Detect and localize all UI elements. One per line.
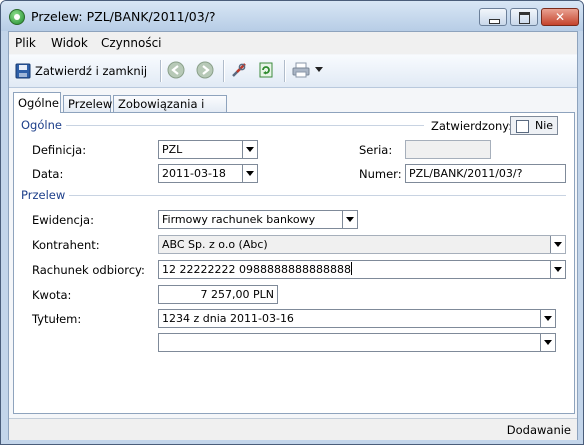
refresh-button[interactable] xyxy=(257,61,277,81)
title-bar[interactable]: Przelew: PZL/BANK/2011/03/? ✕ xyxy=(1,1,583,31)
series-field xyxy=(405,140,491,159)
date-value: 2011-03-18 xyxy=(162,167,226,180)
menu-bar: Plik Widok Czynności xyxy=(9,32,577,54)
minimize-button[interactable] xyxy=(479,8,507,26)
close-icon: ✕ xyxy=(554,10,566,24)
close-button[interactable]: ✕ xyxy=(541,8,579,26)
register-label: Ewidencja: xyxy=(32,213,94,227)
chevron-down-icon[interactable] xyxy=(550,261,565,278)
print-button[interactable] xyxy=(291,61,327,81)
definition-value: PZL xyxy=(162,143,183,156)
section-title-transfer: Przelew xyxy=(21,188,66,202)
amount-value: 7 257,00 PLN xyxy=(200,288,274,301)
chevron-down-icon[interactable] xyxy=(540,310,555,327)
register-select[interactable]: Firmowy rachunek bankowy xyxy=(158,210,358,229)
chevron-down-icon[interactable] xyxy=(540,334,555,351)
toolbar-separator xyxy=(160,60,162,82)
refresh-icon xyxy=(259,62,273,78)
title-input-1[interactable]: 1234 z dnia 2011-03-16 xyxy=(158,309,556,328)
print-icon xyxy=(292,62,310,78)
toolbar-separator xyxy=(223,60,225,82)
approved-label: Zatwierdzony: xyxy=(431,119,513,133)
title-label: Tytułem: xyxy=(32,312,82,326)
register-value: Firmowy rachunek bankowy xyxy=(162,213,316,226)
toolbar: Zatwierdź i zamknij xyxy=(9,55,577,88)
chevron-down-icon[interactable] xyxy=(342,211,357,228)
section-divider xyxy=(66,125,424,126)
application-window: Przelew: PZL/BANK/2011/03/? ✕ Plik Widok… xyxy=(0,0,584,445)
status-mode: Dodawanie xyxy=(506,423,571,437)
window-content: Plik Widok Czynności Zatwierdź i zamknij xyxy=(8,31,578,440)
forward-icon xyxy=(196,61,214,79)
chevron-down-icon[interactable] xyxy=(242,141,257,158)
status-bar: Dodawanie xyxy=(9,418,577,440)
account-label: Rachunek odbiorcy: xyxy=(32,263,145,277)
chevron-down-icon[interactable] xyxy=(550,236,565,253)
tab-ogolne[interactable]: Ogólne xyxy=(13,92,61,113)
section-divider xyxy=(69,195,566,196)
chevron-down-icon[interactable] xyxy=(242,165,257,182)
account-input[interactable]: 12 22222222 0988888888888888 xyxy=(158,260,566,279)
section-title-general: Ogólne xyxy=(21,118,62,132)
back-icon xyxy=(167,61,185,79)
date-label: Data: xyxy=(32,167,64,181)
number-field[interactable]: PZL/BANK/2011/03/? xyxy=(405,164,566,183)
definition-label: Definicja: xyxy=(32,143,87,157)
title-value-1: 1234 z dnia 2011-03-16 xyxy=(162,312,294,325)
definition-select[interactable]: PZL xyxy=(158,140,258,159)
account-value: 12 22222222 0988888888888888 xyxy=(162,263,351,276)
checkbox-box xyxy=(516,120,529,133)
forward-button[interactable] xyxy=(196,61,216,81)
app-icon xyxy=(9,9,25,25)
amount-input[interactable]: 7 257,00 PLN xyxy=(158,285,278,304)
contractor-select[interactable]: ABC Sp. z o.o (Abc) xyxy=(158,235,566,254)
menu-item-czynnosci[interactable]: Czynności xyxy=(101,36,162,50)
tab-panel: Ogólne Zatwierdzony: Nie Definicja: PZL … xyxy=(13,112,575,414)
date-picker[interactable]: 2011-03-18 xyxy=(158,164,258,183)
tab-strip: Ogólne Przelew Zobowiązania i wpłaty xyxy=(9,92,577,128)
approved-checkbox[interactable]: Nie xyxy=(510,116,558,135)
menu-item-widok[interactable]: Widok xyxy=(51,36,88,50)
menu-item-plik[interactable]: Plik xyxy=(15,36,36,50)
maximize-button[interactable] xyxy=(510,8,538,26)
tools-button[interactable] xyxy=(230,61,250,81)
window-title: Przelew: PZL/BANK/2011/03/? xyxy=(31,9,216,24)
tools-icon xyxy=(232,63,246,77)
tab-zobowiazania[interactable]: Zobowiązania i wpłaty xyxy=(113,95,227,128)
number-value: PZL/BANK/2011/03/? xyxy=(409,167,523,180)
number-label: Numer: xyxy=(359,167,402,181)
back-button[interactable] xyxy=(167,61,187,81)
dropdown-arrow-icon[interactable] xyxy=(315,67,323,73)
contractor-value: ABC Sp. z o.o (Abc) xyxy=(162,238,268,251)
save-icon xyxy=(15,63,31,79)
title-input-2[interactable] xyxy=(158,333,556,352)
save-and-close-label: Zatwierdź i zamknij xyxy=(35,64,148,78)
amount-label: Kwota: xyxy=(32,288,72,302)
save-and-close-button[interactable]: Zatwierdź i zamknij xyxy=(13,61,155,81)
text-cursor xyxy=(350,262,352,275)
approved-value: Nie xyxy=(535,119,554,132)
contractor-label: Kontrahent: xyxy=(32,238,100,252)
toolbar-separator xyxy=(284,60,286,82)
series-label: Seria: xyxy=(359,143,393,157)
tab-przelew[interactable]: Przelew xyxy=(63,95,112,112)
